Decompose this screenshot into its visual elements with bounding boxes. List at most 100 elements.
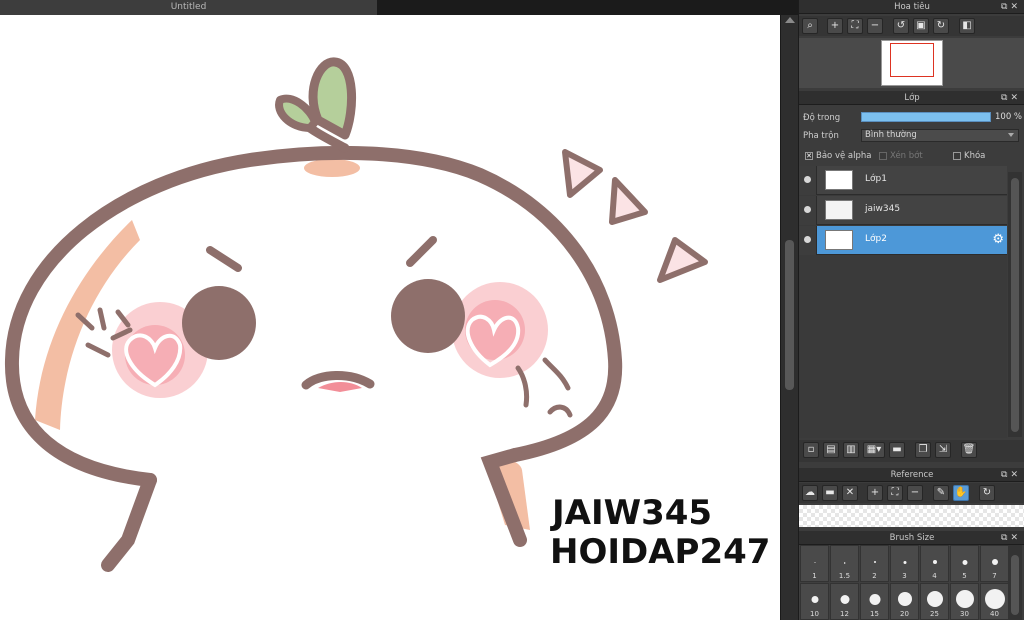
left-hand (101, 473, 157, 572)
scroll-up-icon[interactable] (785, 17, 795, 23)
layer-list: Lớp1 jaiw345 Lớp2 ⚙ (799, 166, 1007, 438)
protect-alpha-label: Bảo vệ alpha (816, 151, 872, 161)
visibility-icon[interactable] (804, 176, 811, 183)
brush-dot (814, 562, 815, 563)
brush-size-label: 12 (840, 610, 849, 618)
brush-size-cell[interactable]: 1.5 (830, 545, 859, 582)
brush-size-scrollbar[interactable] (1008, 545, 1022, 620)
layer-item[interactable]: jaiw345 (799, 196, 1007, 225)
layers-panel-header: Lớp ⧉✕ (799, 91, 1024, 105)
duplicate-layer-icon[interactable]: ❐ (915, 442, 931, 458)
brush-size-label: 30 (960, 610, 969, 618)
open-folder-icon[interactable]: ▬ (822, 485, 838, 501)
brush-size-label: 10 (810, 610, 819, 618)
brush-size-label: 25 (930, 610, 939, 618)
brush-size-cell[interactable]: 20 (890, 583, 919, 620)
close-icon[interactable]: ✕ (842, 485, 858, 501)
zoom-out-icon[interactable]: − (867, 18, 883, 34)
opacity-slider[interactable] (861, 112, 991, 122)
brush-size-cell[interactable]: 15 (860, 583, 889, 620)
scrollbar-thumb[interactable] (1011, 555, 1019, 615)
layer-thumbnail (825, 170, 853, 190)
hand-icon[interactable]: ✋ (953, 485, 969, 501)
fit-icon[interactable]: ⛶ (847, 18, 863, 34)
panel-buttons[interactable]: ⧉✕ (1001, 0, 1021, 14)
gear-icon[interactable]: ⚙ (992, 232, 1004, 247)
lock-label: Khóa (964, 151, 986, 161)
zoom-icon[interactable]: ⌕ (802, 18, 818, 34)
add-layer-dropdown-icon[interactable]: ▦▾ (863, 442, 885, 458)
brush-size-label: 3 (902, 572, 907, 580)
brush-size-cell[interactable]: 10 (800, 583, 829, 620)
zoom-out-icon[interactable]: − (907, 485, 923, 501)
brush-size-panel-header: Brush Size ⧉✕ (799, 531, 1024, 545)
rotate-right-icon[interactable]: ↻ (933, 18, 949, 34)
folder-icon[interactable]: ▬ (889, 442, 905, 458)
rotate-icon[interactable]: ↻ (979, 485, 995, 501)
brush-size-cell[interactable]: 12 (830, 583, 859, 620)
brush-dot (991, 559, 998, 565)
lock-checkbox[interactable]: Khóa (953, 151, 985, 161)
rotate-left-icon[interactable]: ↺ (893, 18, 909, 34)
brush-size-cell[interactable]: 3 (890, 545, 919, 582)
document-tab[interactable]: Untitled (0, 0, 377, 15)
triangle-3 (657, 237, 708, 283)
new-halftone-layer-icon[interactable]: ▥ (843, 442, 859, 458)
brush-size-label: 40 (990, 610, 999, 618)
reference-canvas[interactable] (799, 505, 1024, 527)
visibility-icon[interactable] (804, 206, 811, 213)
scrollbar-thumb[interactable] (1011, 178, 1019, 432)
layer-item-selected[interactable]: Lớp2 ⚙ (799, 226, 1007, 255)
panel-buttons[interactable]: ⧉✕ (1001, 468, 1021, 482)
navigator-view-frame[interactable] (890, 43, 934, 77)
blend-label: Pha trộn (803, 131, 839, 141)
brush-size-cell[interactable]: 5 (950, 545, 979, 582)
brush-size-label: 15 (870, 610, 879, 618)
delete-layer-icon[interactable]: 🗑 (961, 442, 977, 458)
brush-size-cell[interactable]: 7 (980, 545, 1009, 582)
brush-size-cell[interactable]: 25 (920, 583, 949, 620)
brush-size-cell[interactable]: 1 (800, 545, 829, 582)
brush-dot (840, 595, 849, 604)
visibility-cell[interactable] (799, 166, 817, 195)
checkbox-checked-icon: ✕ (805, 152, 813, 160)
brush-size-title: Brush Size (889, 533, 935, 543)
reference-toolbar: ☁ ▬ ✕ + ⛶ − ✎ ✋ ↻ (799, 483, 1024, 503)
eye-left (182, 286, 256, 360)
checkbox-icon (879, 152, 887, 160)
brush-size-label: 1 (812, 572, 817, 580)
brush-size-cell[interactable]: 30 (950, 583, 979, 620)
layer-list-scrollbar[interactable] (1008, 172, 1022, 437)
brush-size-cell[interactable]: 40 (980, 583, 1009, 620)
brush-size-cell[interactable]: 2 (860, 545, 889, 582)
new-raster-layer-icon[interactable]: ▤ (823, 442, 839, 458)
brush-size-cell[interactable]: 4 (920, 545, 949, 582)
panel-buttons[interactable]: ⧉✕ (1001, 91, 1021, 105)
protect-alpha-checkbox[interactable]: ✕ Bảo vệ alpha (805, 151, 871, 161)
visibility-cell[interactable] (799, 226, 817, 255)
navigator-thumbnail[interactable] (881, 40, 943, 86)
layer-item[interactable]: Lớp1 (799, 166, 1007, 195)
blend-mode-select[interactable]: Bình thường (861, 129, 1019, 142)
mouth-inner (318, 382, 362, 392)
panel-buttons[interactable]: ⧉✕ (1001, 531, 1021, 545)
visibility-icon[interactable] (804, 236, 811, 243)
fit-icon[interactable]: ⛶ (887, 485, 903, 501)
flip-icon[interactable]: ◧ (959, 18, 975, 34)
eyebrow-right (406, 236, 437, 267)
eyedropper-icon[interactable]: ✎ (933, 485, 949, 501)
clipping-checkbox: Xén bớt (879, 151, 923, 161)
zoom-in-icon[interactable]: + (867, 485, 883, 501)
peach-under-sprout (304, 159, 360, 177)
actual-size-icon[interactable]: ▣ (913, 18, 929, 34)
visibility-cell[interactable] (799, 196, 817, 225)
merge-layer-icon[interactable]: ⇲ (935, 442, 951, 458)
drawing-canvas[interactable]: JAIW345 HOIDAP247 (0, 15, 780, 620)
canvas-vertical-scrollbar[interactable] (780, 15, 798, 620)
new-layer-icon[interactable]: ▫ (803, 442, 819, 458)
layer-thumbnail (825, 230, 853, 250)
brush-size-label: 5 (962, 572, 967, 580)
cloud-open-icon[interactable]: ☁ (802, 485, 818, 501)
scrollbar-thumb[interactable] (785, 240, 794, 390)
zoom-in-icon[interactable]: + (827, 18, 843, 34)
